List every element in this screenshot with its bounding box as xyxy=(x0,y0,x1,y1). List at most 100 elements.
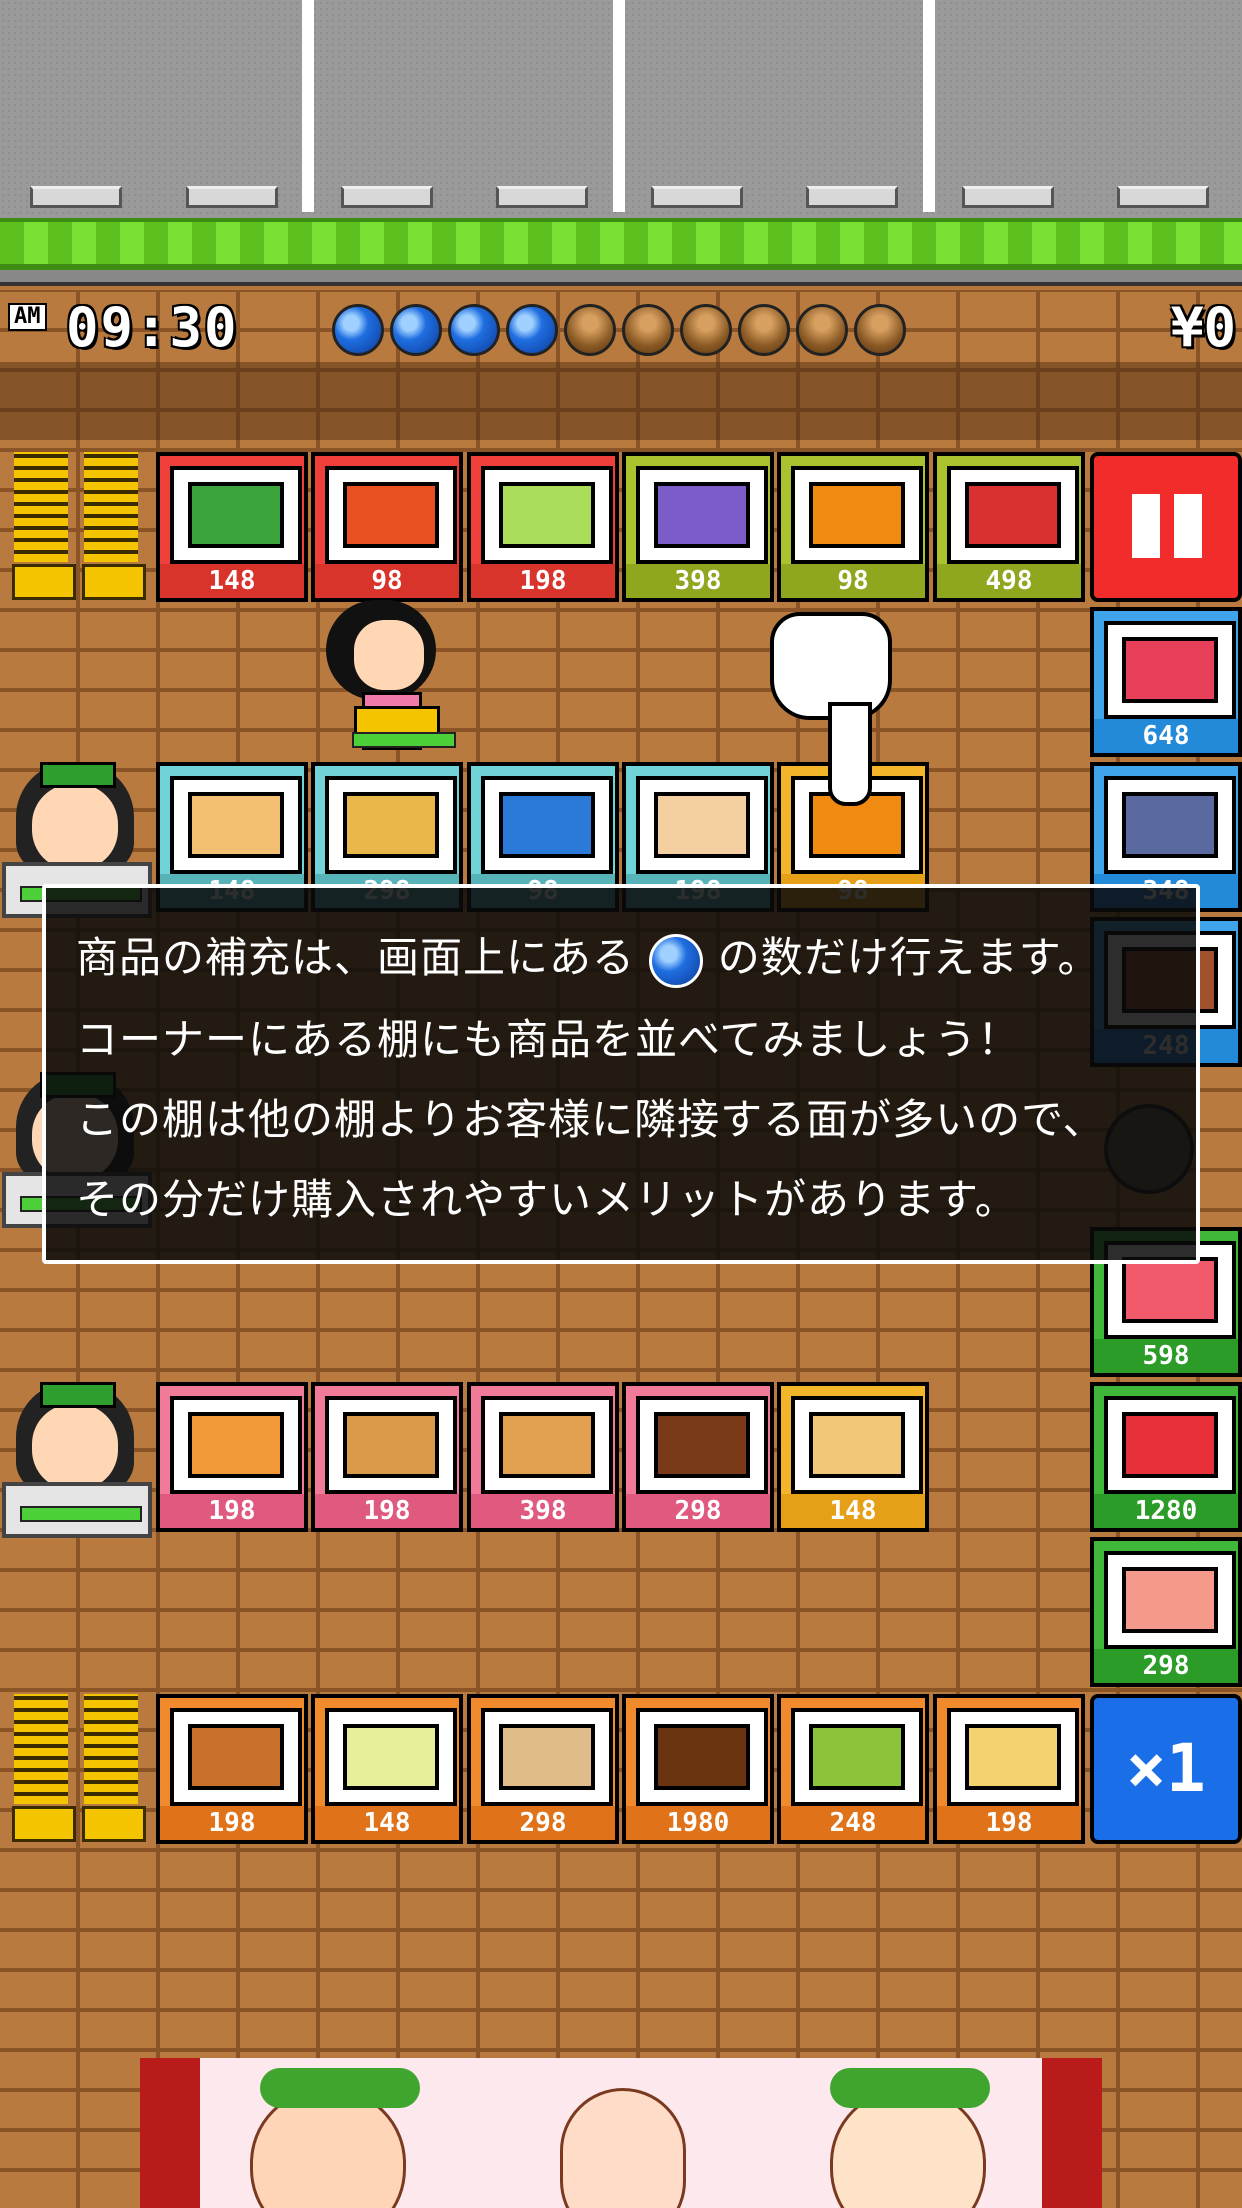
shelf-display xyxy=(481,1396,613,1494)
shelf-slot[interactable]: 248 xyxy=(777,1694,929,1844)
shelf-slot[interactable]: 198 xyxy=(311,1382,463,1532)
beer-icon xyxy=(965,1724,1061,1790)
curtain xyxy=(1042,2058,1102,2208)
restock-orb-empty-icon xyxy=(796,304,848,356)
basket-stack-icon[interactable] xyxy=(10,1694,76,1844)
restock-orb-full-icon xyxy=(332,304,384,356)
ad-baby-character xyxy=(560,2088,686,2208)
shelf-slot[interactable]: 148 xyxy=(156,452,308,602)
shelf-display xyxy=(325,776,457,874)
curb-stone xyxy=(341,186,433,208)
pause-button[interactable] xyxy=(1090,452,1242,602)
watermelon-icon xyxy=(188,482,284,548)
restock-orb-empty-icon xyxy=(564,304,616,356)
shelf-slot[interactable]: 398 xyxy=(467,1382,619,1532)
cracker-icon xyxy=(809,1412,905,1478)
fish-icon xyxy=(1122,792,1218,858)
curb-stone xyxy=(496,186,588,208)
basket-stack-icon[interactable] xyxy=(10,452,76,602)
shelf-slot[interactable]: 98 xyxy=(311,452,463,602)
shelf-display xyxy=(170,1396,302,1494)
speed-button[interactable]: ×1 xyxy=(1090,1694,1242,1844)
shelf-display xyxy=(636,776,768,874)
bread-icon xyxy=(188,792,284,858)
shelf-slot[interactable]: 198 xyxy=(467,452,619,602)
chocolate-icon xyxy=(654,1412,750,1478)
price-label: 198 xyxy=(160,1806,304,1840)
restock-orb-full-icon xyxy=(448,304,500,356)
shelf-slot[interactable]: 1280 xyxy=(1090,1382,1242,1532)
shelf-display xyxy=(1104,776,1236,874)
matcha-icon xyxy=(809,1724,905,1790)
salmon-icon xyxy=(1122,1567,1218,1633)
grass-strip xyxy=(0,218,1242,270)
salad-icon xyxy=(343,1724,439,1790)
shelf-slot[interactable]: 1980 xyxy=(622,1694,774,1844)
street-pole xyxy=(613,0,625,212)
shelf-display xyxy=(791,466,923,564)
curb-stone xyxy=(30,186,122,208)
ad-banner[interactable] xyxy=(140,2058,1102,2208)
basket-stack-icon[interactable] xyxy=(80,452,146,602)
shelf-slot[interactable]: 198 xyxy=(933,1694,1085,1844)
street-pole xyxy=(302,0,314,212)
cabbage-icon xyxy=(499,482,595,548)
beef-icon xyxy=(1122,1412,1218,1478)
money-display: ¥0 xyxy=(1170,296,1236,359)
shelf-display xyxy=(481,466,613,564)
shelf-display xyxy=(636,1396,768,1494)
shelf-slot[interactable]: 198 xyxy=(156,1382,308,1532)
shelf-display xyxy=(1104,621,1236,719)
laurel-icon xyxy=(830,2068,990,2108)
dialog-line: その分だけ購入されやすいメリットがあります。 xyxy=(76,1175,1018,1224)
shelf-display xyxy=(481,1708,613,1806)
price-label: 198 xyxy=(160,1494,304,1528)
register-counter[interactable] xyxy=(2,1482,152,1538)
shelf-display xyxy=(170,776,302,874)
shelf-slot[interactable]: 148 xyxy=(777,1382,929,1532)
shelf-slot[interactable]: 648 xyxy=(1090,607,1242,757)
bun-icon xyxy=(343,792,439,858)
shelf-slot[interactable]: 98 xyxy=(777,452,929,602)
price-label: 298 xyxy=(1094,1649,1238,1683)
price-label: 98 xyxy=(315,564,459,598)
shelf-slot[interactable]: 498 xyxy=(933,452,1085,602)
store-wall xyxy=(0,270,1242,286)
tutorial-dialog[interactable]: 商品の補充は、画面上にある の数だけ行えます。 コーナーにある棚にも商品を並べて… xyxy=(42,884,1200,1264)
price-label: 598 xyxy=(1094,1339,1238,1373)
cake-slice-icon xyxy=(188,1412,284,1478)
dialog-line: コーナーにある棚にも商品を並べてみましょう！ xyxy=(76,1015,1021,1064)
shelf-slot[interactable]: 398 xyxy=(622,452,774,602)
price-label: 198 xyxy=(937,1806,1081,1840)
ampm-label: AM xyxy=(8,303,47,331)
price-label: 298 xyxy=(471,1806,615,1840)
price-label: 198 xyxy=(315,1494,459,1528)
price-label: 1280 xyxy=(1094,1494,1238,1528)
basket-stack-icon[interactable] xyxy=(80,1694,146,1844)
pointer-hand-icon xyxy=(770,612,892,806)
tuna-icon xyxy=(1122,1257,1218,1323)
bread-roll-icon xyxy=(499,1724,595,1790)
shelf-display xyxy=(170,1708,302,1806)
price-label: 1980 xyxy=(626,1806,770,1840)
pancake-icon xyxy=(499,1412,595,1478)
price-label: 648 xyxy=(1094,719,1238,753)
dialog-text: 商品の補充は、画面上にある xyxy=(76,933,636,982)
shelf-slot[interactable]: 198 xyxy=(156,1694,308,1844)
shelf-display xyxy=(791,1708,923,1806)
blue-orb-icon xyxy=(649,933,704,988)
wall-shadow xyxy=(0,362,1242,440)
milk-icon xyxy=(499,792,595,858)
laurel-icon xyxy=(260,2068,420,2108)
shelf-slot[interactable]: 298 xyxy=(622,1382,774,1532)
customer-character xyxy=(326,600,456,760)
shelf-slot[interactable]: 298 xyxy=(467,1694,619,1844)
restock-orb-empty-icon xyxy=(680,304,732,356)
shelf-display xyxy=(636,466,768,564)
price-label: 198 xyxy=(471,564,615,598)
croquette-icon xyxy=(188,1724,284,1790)
shelf-slot[interactable]: 148 xyxy=(311,1694,463,1844)
price-label: 248 xyxy=(781,1806,925,1840)
shelf-slot[interactable]: 298 xyxy=(1090,1537,1242,1687)
shelf-display xyxy=(636,1708,768,1806)
